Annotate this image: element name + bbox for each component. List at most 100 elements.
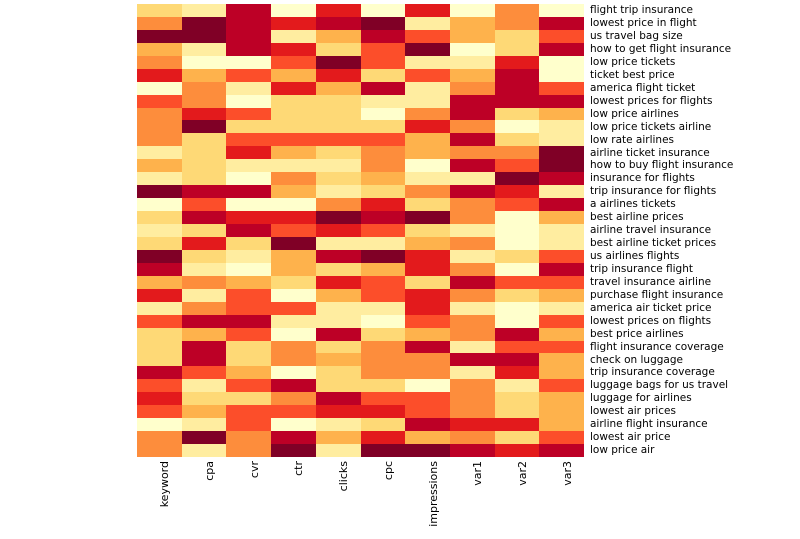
- heatmap-row-label: best airline prices: [590, 211, 684, 224]
- heatmap-cell: [405, 81, 450, 95]
- heatmap-cell: [539, 444, 584, 457]
- heatmap-cell: [181, 81, 227, 95]
- heatmap-cell: [226, 172, 272, 186]
- heatmap-cell: [494, 55, 540, 69]
- heatmap-cell: [494, 236, 540, 250]
- heatmap-cell: [137, 68, 182, 82]
- heatmap-cell: [137, 211, 182, 225]
- heatmap-cell: [315, 55, 361, 69]
- heatmap-cell: [271, 185, 316, 199]
- heatmap-cell: [494, 120, 540, 134]
- heatmap-cell: [405, 42, 450, 56]
- heatmap-row-label: low price tickets: [590, 55, 676, 68]
- heatmap-cell: [494, 94, 540, 108]
- heatmap-cell: [271, 120, 316, 134]
- heatmap-cell: [494, 107, 540, 121]
- heatmap-cell: [539, 301, 584, 315]
- heatmap-cell: [449, 249, 495, 263]
- heatmap-cell: [271, 418, 316, 432]
- heatmap-row-label: airline ticket insurance: [590, 146, 710, 159]
- heatmap-row-label: ticket best price: [590, 68, 675, 81]
- heatmap-cell: [181, 262, 227, 276]
- heatmap-cell: [137, 353, 182, 367]
- heatmap-cell: [181, 236, 227, 250]
- heatmap-cell: [449, 340, 495, 354]
- heatmap-row-label: check on luggage: [590, 353, 683, 366]
- heatmap-cell: [226, 431, 272, 445]
- heatmap-cell: [360, 236, 406, 250]
- heatmap-row-label: a airlines tickets: [590, 198, 676, 211]
- heatmap-cell: [360, 68, 406, 82]
- heatmap-cell: [271, 55, 316, 69]
- heatmap-cell: [181, 159, 227, 173]
- heatmap-cell: [271, 444, 316, 457]
- heatmap-cell: [271, 366, 316, 380]
- heatmap-cell: [181, 29, 227, 43]
- heatmap-cell: [449, 275, 495, 289]
- heatmap-cell: [271, 172, 316, 186]
- heatmap-cell: [539, 262, 584, 276]
- heatmap-column-label: var3: [560, 461, 574, 486]
- heatmap-cell: [405, 340, 450, 354]
- heatmap-cell: [539, 185, 584, 199]
- heatmap-cell: [405, 146, 450, 160]
- heatmap-cell: [405, 314, 450, 328]
- heatmap-cell: [360, 120, 406, 134]
- heatmap-cell: [449, 236, 495, 250]
- heatmap-cell: [539, 198, 584, 212]
- heatmap-cell: [494, 249, 540, 263]
- heatmap-cell: [315, 340, 361, 354]
- heatmap-cell: [226, 236, 272, 250]
- heatmap-cell: [405, 301, 450, 315]
- heatmap-cell: [494, 42, 540, 56]
- heatmap-cell: [226, 29, 272, 43]
- heatmap-column-label-slot: var1: [450, 457, 495, 539]
- heatmap-cell: [226, 94, 272, 108]
- heatmap-cell: [449, 211, 495, 225]
- heatmap-row-label: lowest air price: [590, 431, 671, 444]
- heatmap-cell: [405, 172, 450, 186]
- heatmap-cell: [405, 366, 450, 380]
- heatmap-cell: [360, 42, 406, 56]
- heatmap-cell: [181, 444, 227, 457]
- heatmap-row-label: best price airlines: [590, 327, 684, 340]
- heatmap-cell: [449, 159, 495, 173]
- heatmap-cell: [137, 327, 182, 341]
- heatmap-cell: [494, 185, 540, 199]
- heatmap-cell: [360, 55, 406, 69]
- heatmap-row-labels: flight trip insurance lowest price in fli…: [590, 4, 800, 457]
- heatmap-cell: [360, 275, 406, 289]
- heatmap-cell: [360, 249, 406, 263]
- heatmap-cell: [271, 262, 316, 276]
- heatmap-cell: [226, 288, 272, 302]
- heatmap-cell: [449, 16, 495, 30]
- heatmap-column-label-slot: impressions: [405, 457, 450, 539]
- heatmap-cell: [449, 55, 495, 69]
- heatmap-cell: [539, 211, 584, 225]
- heatmap-cell: [226, 146, 272, 160]
- heatmap-cell: [271, 107, 316, 121]
- heatmap-cell: [181, 198, 227, 212]
- heatmap-cell: [226, 198, 272, 212]
- heatmap-cell: [315, 418, 361, 432]
- heatmap-cell: [539, 29, 584, 43]
- heatmap-cell: [449, 224, 495, 237]
- heatmap-column-label-slot: var3: [539, 457, 584, 539]
- heatmap-cell: [449, 418, 495, 432]
- heatmap-cell: [181, 94, 227, 108]
- heatmap-cell: [315, 29, 361, 43]
- heatmap-cell: [449, 29, 495, 43]
- heatmap-cell: [405, 236, 450, 250]
- heatmap-cell: [405, 327, 450, 341]
- heatmap-column-label-slot: cpa: [182, 457, 227, 539]
- heatmap-cell: [181, 68, 227, 82]
- heatmap-cell: [271, 288, 316, 302]
- heatmap-cell: [449, 81, 495, 95]
- heatmap-cell: [226, 314, 272, 328]
- heatmap-cell: [405, 159, 450, 173]
- heatmap-cell: [315, 159, 361, 173]
- heatmap-cell: [539, 172, 584, 186]
- heatmap-cell: [360, 353, 406, 367]
- heatmap-cell: [405, 29, 450, 43]
- heatmap-cell: [405, 107, 450, 121]
